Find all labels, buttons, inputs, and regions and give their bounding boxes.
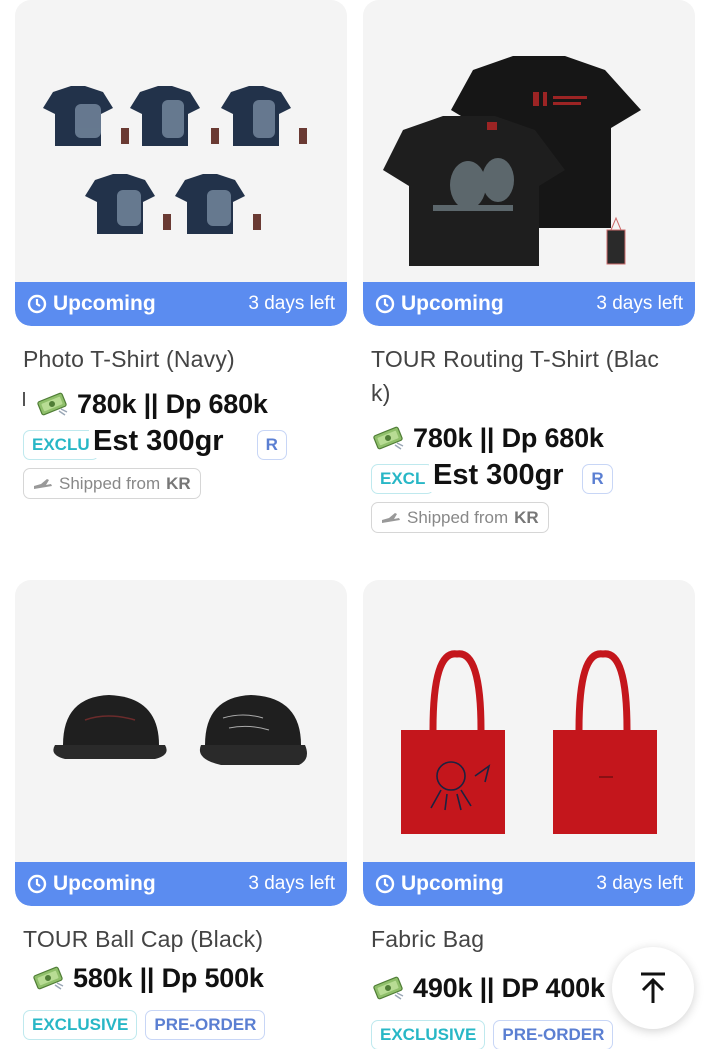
airplane-icon <box>34 478 52 489</box>
exclusive-tag: EXCLUSIVE <box>371 1020 486 1049</box>
text-cursor <box>23 392 25 406</box>
time-left: 3 days left <box>596 873 683 894</box>
money-bag-icon <box>37 392 68 416</box>
product-title[interactable]: TOUR Ball Cap (Black) <box>23 922 339 956</box>
shipped-from-label: Shipped from <box>407 507 509 527</box>
status-bar: Upcoming 3 days left <box>15 282 347 326</box>
exclusive-tag: EXCLUSIVE <box>23 1010 138 1040</box>
preorder-tag: PRE-ORDER <box>145 1010 266 1040</box>
product-image[interactable]: Upcoming 3 days left <box>15 580 347 906</box>
product-image[interactable]: Upcoming 3 days left <box>363 0 695 326</box>
time-left: 3 days left <box>248 873 335 894</box>
clock-icon <box>375 294 395 314</box>
status-label: Upcoming <box>401 872 504 895</box>
status-bar: Upcoming 3 days left <box>15 862 347 906</box>
airplane-icon <box>382 512 400 523</box>
shipped-country: KR <box>514 507 539 527</box>
status-label: Upcoming <box>53 872 156 895</box>
time-left: 3 days left <box>248 293 335 314</box>
price-row: 780k || Dp 680k <box>371 418 695 458</box>
product-card[interactable]: Upcoming 3 days left Photo T-Shirt (Navy… <box>15 0 347 499</box>
product-image[interactable]: Upcoming 3 days left <box>15 0 347 326</box>
product-title[interactable]: Photo T-Shirt (Navy) <box>23 342 339 376</box>
price: 490k || DP 400k <box>413 972 605 1003</box>
shipped-from-label: Shipped from <box>59 473 161 493</box>
product-title-line: TOUR Routing T-Shirt (Blac <box>371 346 660 372</box>
product-card[interactable]: Upcoming 3 days left TOUR Routing T-Shir… <box>363 0 695 533</box>
clock-icon <box>27 874 47 894</box>
status-label: Upcoming <box>401 292 504 315</box>
shipping-origin: Shipped from KR <box>23 468 201 499</box>
product-title-line: k) <box>371 380 391 406</box>
shipped-country: KR <box>166 473 191 493</box>
money-bag-icon <box>373 426 404 450</box>
navy-photo-tshirts-image <box>43 86 307 234</box>
weight-estimate: Est 300gr <box>89 424 228 458</box>
weight-estimate: Est 300gr <box>429 458 568 492</box>
price: 580k || Dp 500k <box>73 962 264 993</box>
product-title[interactable]: TOUR Routing T-Shirt (Blac k) <box>371 342 687 410</box>
status-label: Upcoming <box>53 292 156 315</box>
black-tour-tshirt-image <box>383 56 641 266</box>
clock-icon <box>375 874 395 894</box>
preorder-tag: R <box>256 430 287 460</box>
price-row: 580k || Dp 500k <box>31 958 347 998</box>
time-left: 3 days left <box>596 293 683 314</box>
product-image[interactable]: Upcoming 3 days left <box>363 580 695 906</box>
exclusive-tag: EXCLU <box>23 430 99 460</box>
price-row: 780k || Dp 680k <box>23 384 347 424</box>
red-fabric-bag-image <box>401 650 657 834</box>
tag-list: EXCLUSIVE PRE-ORDER <box>23 1010 347 1040</box>
preorder-tag: PRE-ORDER <box>493 1020 614 1049</box>
price: 780k || Dp 680k <box>77 388 268 419</box>
arrow-up-to-top-icon <box>641 972 665 1003</box>
price: 780k || Dp 680k <box>413 422 604 453</box>
money-bag-icon <box>373 976 404 1000</box>
tag-list: EXCL R Est 300gr <box>371 458 695 494</box>
black-ball-cap-image <box>53 695 307 765</box>
product-card[interactable]: Upcoming 3 days left TOUR Ball Cap (Blac… <box>15 580 347 1040</box>
money-bag-icon <box>33 966 64 990</box>
scroll-to-top-button[interactable] <box>612 947 694 1029</box>
preorder-tag: R <box>582 464 613 494</box>
status-bar: Upcoming 3 days left <box>363 282 695 326</box>
shipping-origin: Shipped from KR <box>371 502 549 533</box>
status-bar: Upcoming 3 days left <box>363 862 695 906</box>
exclusive-tag: EXCL <box>371 464 435 494</box>
tag-list: EXCLU R Est 300gr <box>23 424 347 460</box>
clock-icon <box>27 294 47 314</box>
